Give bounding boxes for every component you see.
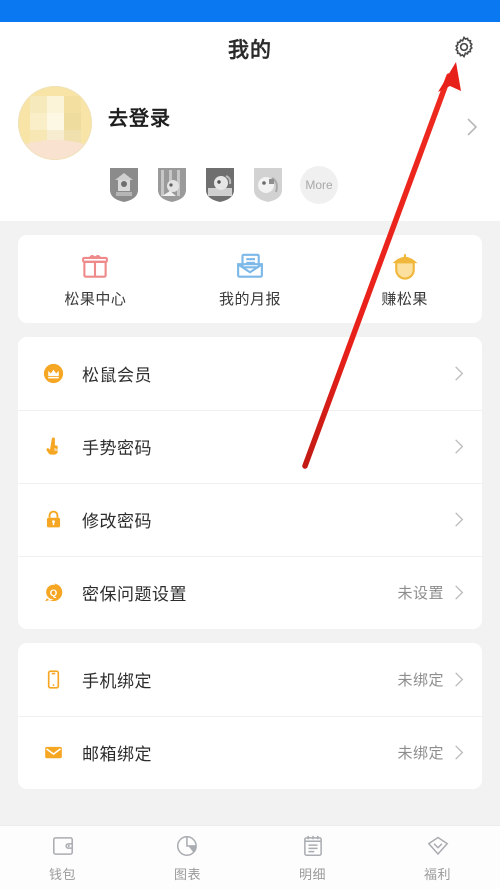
gear-icon — [451, 34, 477, 65]
menu-row-status: 未设置 — [397, 585, 444, 602]
chevron-right-icon — [454, 438, 464, 455]
menu-row-label: 松鼠会员 — [82, 366, 152, 385]
menu-row-label: 修改密码 — [82, 512, 152, 531]
quick-action-label: 松果中心 — [64, 291, 127, 308]
quick-action-songguo-center[interactable]: 松果中心 — [18, 251, 173, 309]
profile-section[interactable]: 去登录 More — [0, 76, 500, 221]
menu-row-gesture-password[interactable]: 手势密码 — [18, 410, 482, 483]
login-label: 去登录 — [108, 108, 171, 130]
quick-action-label: 赚松果 — [381, 291, 428, 308]
menu-row-status: 未绑定 — [397, 672, 444, 689]
pointing-finger-icon — [42, 436, 64, 458]
badge-item[interactable] — [108, 166, 140, 204]
lock-icon — [42, 509, 64, 531]
badge-shield-icon — [110, 168, 138, 202]
avatar[interactable] — [18, 86, 92, 160]
quick-action-earn-songguo[interactable]: 赚松果 — [327, 251, 482, 309]
badge-more-label: More — [305, 178, 333, 192]
menu-row-label: 手势密码 — [82, 439, 152, 458]
notepad-icon — [300, 833, 326, 859]
chevron-right-icon — [454, 671, 464, 688]
quick-actions-card: 松果中心 我的月报 赚松果 — [18, 235, 482, 323]
tab-wallet[interactable]: 钱包 — [0, 833, 125, 883]
quick-action-label: 我的月报 — [219, 291, 282, 308]
quick-actions-row: 松果中心 我的月报 赚松果 — [18, 235, 482, 323]
chevron-right-icon — [454, 365, 464, 382]
tab-detail[interactable]: 明细 — [250, 833, 375, 883]
menu-row-change-password[interactable]: 修改密码 — [18, 483, 482, 556]
profile-header-row: 去登录 — [0, 86, 500, 160]
chevron-right-icon — [454, 584, 464, 601]
chevron-right-icon — [454, 744, 464, 761]
badge-shield-icon — [158, 168, 186, 202]
mail-icon — [42, 742, 64, 764]
settings-button[interactable] — [450, 35, 478, 63]
tab-label: 福利 — [423, 866, 451, 882]
page-title: 我的 — [228, 39, 272, 62]
envelope-icon — [235, 251, 265, 281]
menu-row-membership[interactable]: 松鼠会员 — [18, 337, 482, 410]
quick-action-monthly-report[interactable]: 我的月报 — [173, 251, 328, 309]
badge-item[interactable] — [252, 166, 284, 204]
status-bar — [0, 0, 500, 22]
avatar-image — [18, 86, 92, 160]
acorn-icon — [390, 251, 420, 281]
menu-row-label: 手机绑定 — [82, 672, 152, 691]
diamond-icon — [425, 833, 451, 859]
wallet-icon — [50, 833, 76, 859]
menu-card-binding: 手机绑定 未绑定 邮箱绑定 未绑定 — [18, 643, 482, 789]
badge-more-button[interactable]: More — [300, 166, 338, 204]
crown-badge-icon — [42, 363, 64, 385]
login-prompt[interactable]: 去登录 — [92, 86, 466, 131]
badge-item[interactable] — [156, 166, 188, 204]
gift-icon — [80, 251, 110, 281]
tab-welfare[interactable]: 福利 — [375, 833, 500, 883]
page-header: 我的 — [0, 22, 500, 76]
menu-row-label: 邮箱绑定 — [82, 745, 152, 764]
tab-label: 明细 — [298, 866, 326, 882]
pie-chart-icon — [175, 833, 201, 859]
badge-list: More — [0, 166, 500, 204]
phone-icon — [42, 669, 64, 691]
menu-row-phone-binding[interactable]: 手机绑定 未绑定 — [18, 643, 482, 716]
badge-item[interactable] — [204, 166, 236, 204]
tab-label: 钱包 — [48, 866, 76, 882]
menu-row-email-binding[interactable]: 邮箱绑定 未绑定 — [18, 716, 482, 789]
tab-chart[interactable]: 图表 — [125, 833, 250, 883]
app-root: 我的 去登录 More 松果中心 我的月报 赚松果 松鼠会员 手势密码 修改密码… — [0, 0, 500, 889]
profile-chevron-icon[interactable] — [466, 105, 478, 142]
badge-shield-icon — [254, 168, 282, 202]
question-badge-icon: Q — [42, 582, 64, 604]
menu-row-security-question[interactable]: Q 密保问题设置 未设置 — [18, 556, 482, 629]
tab-label: 图表 — [173, 866, 201, 882]
svg-text:Q: Q — [49, 588, 57, 599]
chevron-right-icon — [454, 511, 464, 528]
menu-row-status: 未绑定 — [397, 745, 444, 762]
menu-card-account: 松鼠会员 手势密码 修改密码 Q 密保问题设置 未设置 — [18, 337, 482, 629]
bottom-tab-bar: 钱包 图表 明细 福利 — [0, 825, 500, 889]
menu-row-label: 密保问题设置 — [82, 585, 187, 604]
badge-shield-icon — [206, 168, 234, 202]
